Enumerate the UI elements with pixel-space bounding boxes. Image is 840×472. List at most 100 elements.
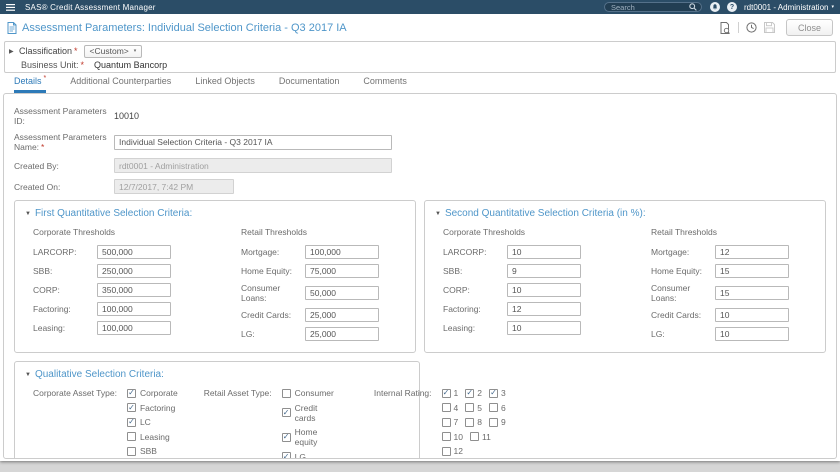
page-header: Assessment Parameters: Individual Select… (0, 14, 840, 41)
threshold-input[interactable] (715, 286, 789, 300)
threshold-label: Mortgage: (651, 247, 690, 257)
corporate-checkbox[interactable]: ✓ (126, 388, 136, 398)
rating-label: 3 (501, 388, 506, 398)
rating-10-checkbox[interactable] (441, 432, 451, 441)
history-icon[interactable] (746, 22, 757, 33)
tab-additional-counterparties[interactable]: Additional Counterparties (70, 76, 171, 93)
global-search[interactable] (603, 1, 702, 13)
group-label: Retail Asset Type: (203, 388, 272, 398)
threshold-input[interactable] (507, 321, 581, 335)
required-marker: * (74, 46, 78, 56)
threshold-row: Mortgage: (241, 245, 401, 259)
expander-icon[interactable]: ▶ (9, 48, 15, 55)
rating-label: 6 (501, 402, 506, 413)
required-marker: * (80, 60, 85, 70)
close-button[interactable]: Close (785, 19, 833, 36)
page-title: Assessment Parameters: Individual Select… (22, 21, 347, 34)
rating-8-checkbox[interactable] (465, 417, 475, 427)
tab-linked-objects[interactable]: Linked Objects (195, 76, 255, 93)
save-icon[interactable] (763, 22, 775, 33)
assessment-name-input[interactable] (114, 134, 392, 150)
validate-icon[interactable] (720, 21, 730, 34)
collapse-icon[interactable]: ▼ (25, 372, 31, 378)
consumer-checkbox[interactable] (281, 388, 291, 398)
threshold-input[interactable] (305, 327, 379, 341)
threshold-row: Factoring: (33, 302, 193, 316)
rating-item: ✓ 2 (465, 388, 482, 398)
rating-4-checkbox[interactable] (441, 403, 451, 412)
checkbox-item: ✓ LC (126, 417, 178, 427)
threshold-input[interactable] (715, 327, 789, 341)
search-input[interactable] (608, 1, 689, 13)
lg-checkbox[interactable]: ✓ (281, 452, 291, 458)
threshold-input[interactable] (97, 321, 171, 335)
assessment-name-row: Assessment Parameters Name: * (14, 132, 826, 152)
tab-details[interactable]: Details * (14, 75, 47, 93)
threshold-input[interactable] (305, 308, 379, 322)
rating-3-checkbox[interactable]: ✓ (489, 388, 498, 398)
threshold-input[interactable] (507, 245, 581, 259)
threshold-input[interactable] (715, 245, 789, 259)
collapse-icon[interactable]: ▼ (435, 211, 441, 217)
checkbox-label: Factoring (139, 402, 176, 413)
threshold-input[interactable] (97, 302, 171, 316)
checkbox-label: SBB (139, 446, 157, 456)
threshold-input[interactable] (97, 245, 171, 259)
business-unit-value: Quantum Bancorp (94, 60, 168, 70)
rating-label: 4 (453, 402, 459, 413)
leasing-checkbox[interactable] (126, 432, 136, 441)
rating-12-checkbox[interactable] (441, 446, 451, 456)
assessment-id-value: 10010 (114, 111, 140, 121)
rating-item: ✓ 3 (489, 388, 506, 398)
rating-7-checkbox[interactable] (441, 417, 451, 427)
tab-comments[interactable]: Comments (363, 76, 407, 93)
threshold-input[interactable] (715, 308, 789, 322)
rating-2-checkbox[interactable]: ✓ (465, 388, 475, 398)
tab-label: Documentation (278, 76, 340, 86)
tab-documentation[interactable]: Documentation (279, 76, 340, 93)
checkbox-label: Leasing (139, 431, 170, 442)
factoring-checkbox[interactable]: ✓ (126, 403, 136, 412)
threshold-input[interactable] (507, 302, 581, 316)
search-icon[interactable] (689, 3, 697, 11)
threshold-row: Leasing: (33, 321, 193, 335)
threshold-row: LARCORP: (443, 245, 603, 259)
classification-dropdown[interactable]: <Custom> ▾ (83, 44, 143, 58)
rating-label: 5 (477, 402, 482, 413)
threshold-row: Home Equity: (241, 264, 401, 278)
threshold-row: Leasing: (443, 321, 603, 335)
panel-header: ▼ First Quantitative Selection Criteria: (25, 208, 405, 219)
threshold-row: Home Equity: (651, 264, 811, 278)
checkbox-label: Credit cards (294, 402, 318, 423)
threshold-input[interactable] (97, 283, 171, 297)
home-equity-checkbox[interactable]: ✓ (281, 432, 291, 442)
classification-panel: ▶ Classification * <Custom> ▾ Business U… (4, 41, 836, 73)
threshold-input[interactable] (97, 264, 171, 278)
threshold-input[interactable] (507, 283, 581, 297)
rating-6-checkbox[interactable] (489, 403, 498, 412)
threshold-input[interactable] (305, 286, 379, 300)
threshold-input[interactable] (305, 245, 379, 259)
user-menu[interactable]: rdt0001 - Administration ▾ (744, 3, 834, 12)
threshold-input[interactable] (305, 264, 379, 278)
notifications-icon[interactable] (709, 2, 720, 12)
rating-11-checkbox[interactable] (470, 432, 479, 441)
rating-1-checkbox[interactable]: ✓ (441, 388, 451, 398)
rating-5-checkbox[interactable] (465, 403, 475, 412)
hamburger-menu-icon[interactable] (6, 3, 15, 11)
help-icon[interactable]: ? (726, 2, 737, 12)
assessment-id-label: Assessment Parameters ID: (14, 106, 107, 126)
threshold-row: SBB: (33, 264, 193, 278)
lc-checkbox[interactable]: ✓ (126, 417, 136, 427)
credit-cards-checkbox[interactable]: ✓ (281, 408, 291, 417)
sbb-checkbox[interactable] (126, 446, 136, 456)
threshold-input[interactable] (507, 264, 581, 278)
group-label: Corporate Asset Type: (33, 388, 117, 398)
collapse-icon[interactable]: ▼ (25, 211, 31, 217)
rating-9-checkbox[interactable] (489, 417, 498, 427)
threshold-label: Leasing: (443, 323, 476, 333)
rating-row: 4 5 6 (441, 402, 506, 413)
threshold-row: CORP: (443, 283, 603, 297)
app-title: SAS® Credit Assessment Manager (25, 2, 156, 12)
threshold-input[interactable] (715, 264, 789, 278)
